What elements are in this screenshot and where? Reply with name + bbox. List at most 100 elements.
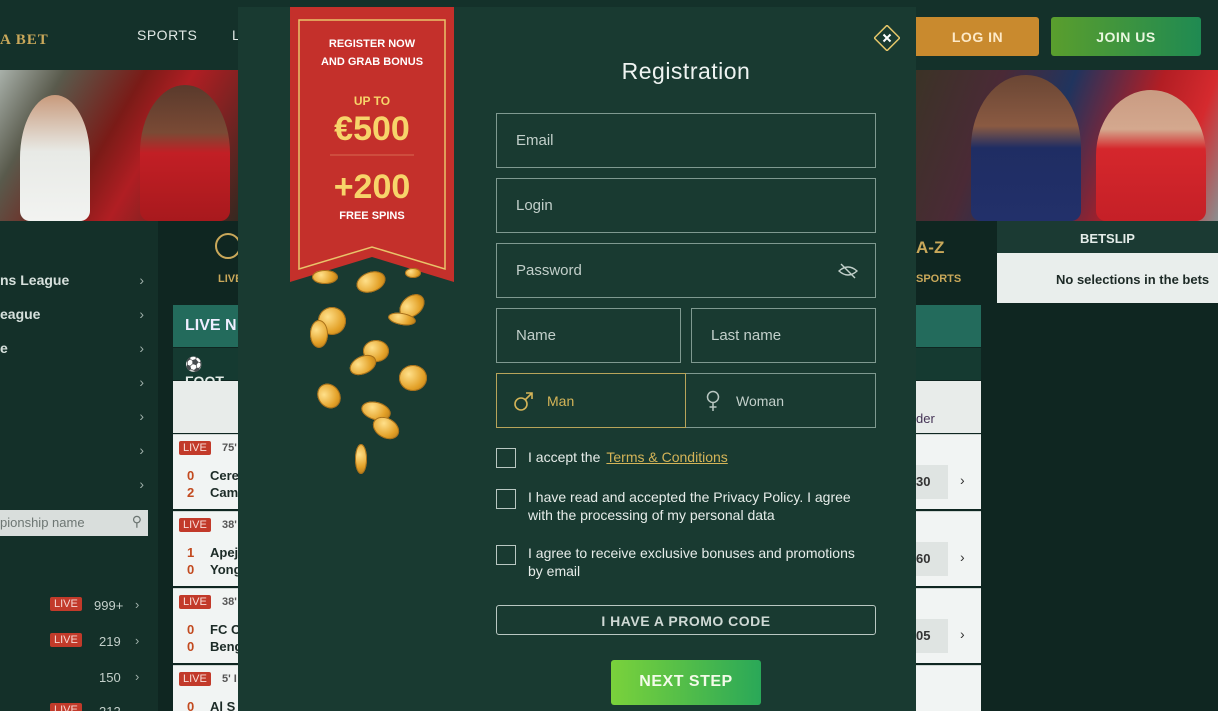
sidebar-item-label: e: [0, 340, 8, 356]
login-input[interactable]: [497, 179, 875, 232]
betslip-area: [997, 303, 1218, 711]
player-image: [971, 75, 1081, 221]
football-header[interactable]: ⚽FOOT: [173, 348, 238, 389]
chevron-right-icon: ›: [135, 669, 140, 684]
odd-value[interactable]: 60: [916, 542, 948, 576]
female-icon: [706, 390, 720, 411]
join-button[interactable]: JOIN US: [1051, 17, 1201, 56]
sidebar-item-label: ns League: [0, 272, 70, 288]
match-row[interactable]: LIVE 75' 0 2 Cere Cam: [173, 434, 238, 509]
event-count: 219: [99, 634, 121, 649]
football-header-right: [916, 348, 981, 380]
last-name-input[interactable]: [692, 309, 875, 362]
odd-value[interactable]: 05: [916, 619, 948, 653]
close-icon[interactable]: [874, 25, 900, 51]
gender-woman-label: Woman: [736, 393, 784, 409]
gender-man-option[interactable]: Man: [496, 373, 686, 428]
name-field[interactable]: [496, 308, 681, 363]
next-step-button[interactable]: NEXT STEP: [611, 660, 761, 705]
match-row[interactable]: LIVE 5' I 0 Al S: [173, 665, 238, 711]
home-score: 0: [187, 622, 195, 637]
event-count: 212: [99, 704, 121, 711]
live-badge: LIVE: [50, 703, 82, 711]
login-field[interactable]: [496, 178, 876, 233]
home-score: 1: [187, 545, 195, 560]
home-team: FC C: [210, 622, 238, 637]
terms-prefix: I accept the: [528, 449, 601, 465]
promo-banner-left[interactable]: [0, 70, 238, 221]
email-input[interactable]: [497, 114, 875, 167]
player-image: [140, 85, 230, 221]
terms-consent: I accept the Terms & Conditions: [528, 448, 858, 466]
match-odds-row[interactable]: [916, 665, 981, 711]
player-image: [1096, 90, 1206, 221]
bonus-consent-text: I agree to receive exclusive bonuses and…: [528, 545, 855, 579]
gender-woman-option[interactable]: Woman: [686, 373, 876, 428]
promo-banner-right[interactable]: [916, 70, 1218, 221]
live-now-header: LIVE N: [173, 305, 238, 347]
promo-code-button[interactable]: I HAVE A PROMO CODE: [496, 605, 876, 635]
eye-hidden-icon[interactable]: [838, 262, 858, 280]
football-icon: ⚽: [185, 356, 203, 372]
ribbon-amount: €500: [334, 110, 410, 148]
championship-search-input[interactable]: pionship name ⚲: [0, 510, 148, 536]
sidebar-item[interactable]: ›: [0, 476, 150, 496]
sport-row[interactable]: LIVE 999+ ›: [0, 597, 150, 619]
site-logo[interactable]: A BET: [0, 32, 49, 49]
sport-row[interactable]: 150 ›: [0, 669, 150, 691]
match-row[interactable]: LIVE 38' 0 0 FC C Beng: [173, 588, 238, 663]
coin-image: [312, 270, 338, 284]
match-odds-row[interactable]: 05 ›: [916, 588, 981, 663]
match-odds-row[interactable]: 30 ›: [916, 434, 981, 509]
betslip-header: BETSLIP: [997, 221, 1218, 253]
live-badge: LIVE: [50, 633, 82, 647]
last-name-field[interactable]: [691, 308, 876, 363]
bonus-checkbox[interactable]: [496, 545, 516, 565]
home-score: 0: [187, 699, 195, 711]
privacy-checkbox[interactable]: [496, 489, 516, 509]
away-score: 0: [187, 639, 195, 654]
table-subheader: [173, 381, 238, 433]
name-input[interactable]: [497, 309, 680, 362]
email-field[interactable]: [496, 113, 876, 168]
sport-row[interactable]: LIVE 219 ›: [0, 633, 150, 655]
odd-value[interactable]: 30: [916, 465, 948, 499]
table-subheader-right: der: [916, 381, 981, 433]
sport-row[interactable]: LIVE 212: [0, 703, 150, 711]
sidebar-item[interactable]: ›: [0, 442, 150, 462]
coin-image: [399, 365, 427, 391]
privacy-consent-text: I have read and accepted the Privacy Pol…: [528, 489, 851, 523]
sidebar-item[interactable]: ns League ›: [0, 272, 150, 292]
sidebar-item[interactable]: ›: [0, 408, 150, 428]
chevron-right-icon[interactable]: ›: [960, 549, 965, 565]
chevron-right-icon: ›: [139, 442, 144, 458]
terms-link[interactable]: Terms & Conditions: [606, 449, 727, 465]
match-time: 38': [222, 519, 237, 531]
nav-sports[interactable]: SPORTS: [137, 27, 197, 43]
search-icon[interactable]: ⚲: [132, 513, 142, 530]
chevron-right-icon[interactable]: ›: [960, 626, 965, 642]
sidebar-item[interactable]: ›: [0, 374, 150, 394]
match-odds-row[interactable]: 60 ›: [916, 511, 981, 586]
chevron-right-icon: ›: [139, 374, 144, 390]
terms-checkbox[interactable]: [496, 448, 516, 468]
sports-az-label[interactable]: A-Z: [916, 238, 944, 258]
sidebar-item[interactable]: eague ›: [0, 306, 150, 326]
ribbon-line1: REGISTER NOW: [328, 38, 416, 50]
live-badge: LIVE: [50, 597, 82, 611]
away-score: 0: [187, 562, 195, 577]
chevron-right-icon: ›: [135, 597, 140, 612]
password-field[interactable]: [496, 243, 876, 298]
search-placeholder: pionship name: [0, 515, 85, 530]
sidebar-item-label: eague: [0, 306, 41, 322]
match-row[interactable]: LIVE 38' 1 0 Apej Yong: [173, 511, 238, 586]
chevron-right-icon[interactable]: ›: [960, 472, 965, 488]
live-now-header-right: [916, 305, 981, 347]
live-badge: LIVE: [179, 441, 211, 455]
match-time: 75': [222, 442, 237, 454]
male-icon: [514, 392, 533, 411]
password-input[interactable]: [497, 244, 875, 297]
event-count: 150: [99, 670, 121, 685]
sidebar-item[interactable]: e ›: [0, 340, 150, 360]
sports-az-sublabel[interactable]: SPORTS: [916, 273, 961, 285]
